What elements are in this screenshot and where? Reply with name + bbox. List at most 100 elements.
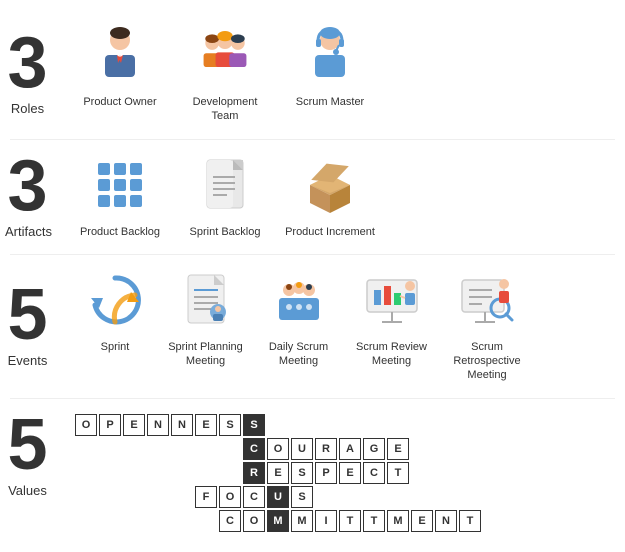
- cw-spacer: [219, 462, 241, 484]
- cw-cell-highlight: M: [267, 510, 289, 532]
- cw-cell: E: [267, 462, 289, 484]
- artifacts-number: 3: [5, 150, 50, 222]
- cw-cell: T: [459, 510, 481, 532]
- sprint-backlog-label: Sprint Backlog: [190, 225, 261, 239]
- cw-cell-highlight: C: [243, 438, 265, 460]
- cw-spacer: [75, 438, 97, 460]
- cw-cell: N: [435, 510, 457, 532]
- cw-spacer: [75, 510, 97, 532]
- cw-cell-highlight: S: [243, 414, 265, 436]
- cw-cell: S: [291, 486, 313, 508]
- product-owner-icon: [85, 20, 155, 90]
- crossword-grid: O P E N N E S S: [75, 414, 625, 532]
- artifacts-section: 3 Artifacts: [0, 140, 625, 249]
- item-scrum-review: Scrum Review Meeting: [349, 265, 434, 369]
- roles-section: 3 Roles: [0, 10, 625, 134]
- roles-content: Product Owner: [55, 20, 625, 124]
- cw-cell: C: [363, 462, 385, 484]
- sprint-planning-icon: [171, 265, 241, 335]
- item-scrum-retro: Scrum Retrospective Meeting: [442, 265, 532, 383]
- item-sprint: Sprint: [75, 265, 155, 354]
- artifacts-label-group: 3 Artifacts: [0, 150, 55, 239]
- cw-spacer: [171, 510, 193, 532]
- product-increment-label: Product Increment: [285, 225, 375, 239]
- item-scrum-master: Scrum Master: [285, 20, 375, 109]
- cw-spacer: [195, 438, 217, 460]
- cw-cell: G: [363, 438, 385, 460]
- daily-scrum-label: Daily Scrum Meeting: [256, 340, 341, 369]
- cw-cell: O: [75, 414, 97, 436]
- values-number: 5: [5, 409, 50, 481]
- product-increment-icon: [295, 150, 365, 220]
- events-number: 5: [5, 279, 50, 351]
- cw-cell: M: [291, 510, 313, 532]
- values-label-group: 5 Values: [0, 409, 55, 498]
- page: 3 Roles: [0, 0, 625, 552]
- cw-spacer: [99, 510, 121, 532]
- artifacts-content: Product Backlog: [55, 150, 625, 239]
- cw-spacer: [171, 462, 193, 484]
- cw-spacer: [99, 486, 121, 508]
- cw-cell: F: [195, 486, 217, 508]
- cw-cell: M: [387, 510, 409, 532]
- development-team-label: Development Team: [180, 95, 270, 124]
- cw-cell: P: [99, 414, 121, 436]
- cw-cell: S: [219, 414, 241, 436]
- item-sprint-planning: Sprint Planning Meeting: [163, 265, 248, 369]
- events-section: 5 Events Sprint: [0, 255, 625, 393]
- roles-label: Roles: [5, 101, 50, 116]
- cw-spacer: [171, 438, 193, 460]
- cw-cell: T: [363, 510, 385, 532]
- cw-spacer: [75, 486, 97, 508]
- roles-label-group: 3 Roles: [0, 27, 55, 116]
- product-backlog-icon: [85, 150, 155, 220]
- cw-spacer: [195, 510, 217, 532]
- artifacts-label: Artifacts: [5, 224, 50, 239]
- cw-spacer: [171, 486, 193, 508]
- cw-row-focus: F O C U S: [75, 486, 625, 508]
- cw-cell: O: [243, 510, 265, 532]
- cw-cell: E: [339, 462, 361, 484]
- cw-cell: E: [387, 438, 409, 460]
- sprint-backlog-icon: [190, 150, 260, 220]
- scrum-master-icon: [295, 20, 365, 90]
- cw-spacer: [123, 438, 145, 460]
- cw-cell: T: [339, 510, 361, 532]
- cw-row-courage: C O U R A G E: [75, 438, 625, 460]
- cw-cell: E: [195, 414, 217, 436]
- cw-row-respect: R E S P E C T: [75, 462, 625, 484]
- cw-cell: N: [147, 414, 169, 436]
- values-label: Values: [5, 483, 50, 498]
- cw-cell: N: [171, 414, 193, 436]
- cw-cell: C: [219, 510, 241, 532]
- cw-cell: P: [315, 462, 337, 484]
- item-product-increment: Product Increment: [285, 150, 375, 239]
- cw-spacer: [75, 462, 97, 484]
- cw-cell: A: [339, 438, 361, 460]
- item-daily-scrum: Daily Scrum Meeting: [256, 265, 341, 369]
- item-product-owner: Product Owner: [75, 20, 165, 109]
- development-team-icon: [190, 20, 260, 90]
- cw-spacer: [123, 510, 145, 532]
- roles-number: 3: [5, 27, 50, 99]
- scrum-review-label: Scrum Review Meeting: [349, 340, 434, 369]
- cw-spacer: [147, 462, 169, 484]
- sprint-label: Sprint: [101, 340, 130, 354]
- cw-cell-highlight: R: [243, 462, 265, 484]
- scrum-retro-label: Scrum Retrospective Meeting: [442, 340, 532, 383]
- cw-spacer: [147, 510, 169, 532]
- cw-spacer: [147, 486, 169, 508]
- product-owner-label: Product Owner: [83, 95, 156, 109]
- cw-spacer: [147, 438, 169, 460]
- cw-cell: R: [315, 438, 337, 460]
- cw-row-commitment: C O M M I T T M E N T: [75, 510, 625, 532]
- cw-row-openness: O P E N N E S S: [75, 414, 625, 436]
- cw-spacer: [195, 462, 217, 484]
- sprint-icon: [80, 265, 150, 335]
- cw-spacer: [123, 462, 145, 484]
- events-content: Sprint: [55, 265, 625, 383]
- cw-cell: I: [315, 510, 337, 532]
- cw-cell: E: [411, 510, 433, 532]
- crossword-content: O P E N N E S S: [55, 409, 625, 532]
- item-sprint-backlog: Sprint Backlog: [180, 150, 270, 239]
